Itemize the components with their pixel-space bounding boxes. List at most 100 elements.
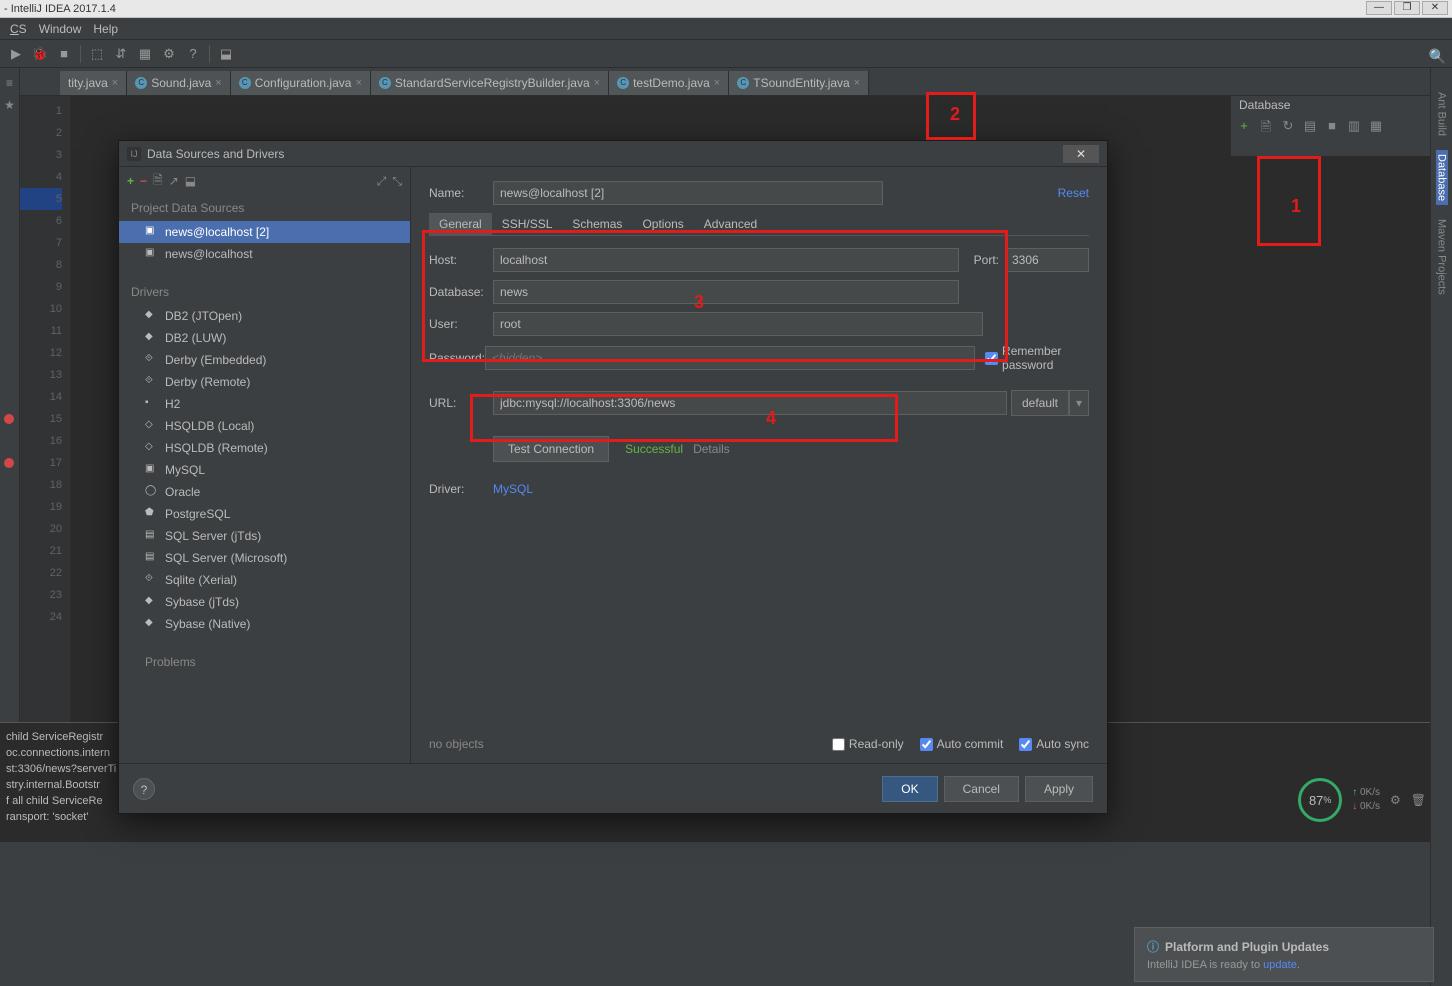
tab-options[interactable]: Options [632, 213, 693, 235]
driver-item[interactable]: ◯Oracle [119, 481, 410, 503]
close-icon[interactable]: × [215, 77, 221, 89]
db-tool-icon[interactable]: ▦ [1367, 118, 1385, 136]
line-gutter[interactable]: 1 2 3 4 5 6 7 8 9 10 11 12 13 14 15 16 1… [20, 96, 70, 722]
editor-tab[interactable]: CSound.java× [127, 71, 230, 95]
run-icon[interactable]: ▶ [6, 44, 26, 64]
driver-item[interactable]: ▤SQL Server (jTds) [119, 525, 410, 547]
minimize-button[interactable]: — [1366, 1, 1392, 15]
db-tool-icon[interactable]: ■ [1323, 118, 1341, 136]
autocommit-checkbox[interactable]: Auto commit [920, 737, 1004, 751]
close-icon[interactable]: × [854, 77, 860, 89]
editor-tab[interactable]: CStandardServiceRegistryBuilder.java× [371, 71, 609, 95]
database-input[interactable] [493, 280, 959, 304]
driver-item[interactable]: ◆DB2 (JTOpen) [119, 305, 410, 327]
db-tool-icon[interactable]: ▥ [1345, 118, 1363, 136]
favorites-icon[interactable]: ★ [4, 98, 15, 112]
autosync-checkbox[interactable]: Auto sync [1019, 737, 1089, 751]
driver-item[interactable]: ⬟PostgreSQL [119, 503, 410, 525]
driver-item[interactable]: ◆Sybase (Native) [119, 613, 410, 635]
help-icon[interactable]: ? [183, 44, 203, 64]
readonly-checkbox[interactable]: Read-only [832, 737, 904, 751]
editor-tab[interactable]: tity.java× [60, 71, 127, 95]
editor-tab[interactable]: CConfiguration.java× [231, 71, 371, 95]
database-tab[interactable]: Database [1436, 150, 1448, 205]
close-icon[interactable]: × [355, 77, 361, 89]
help-icon[interactable]: ? [133, 778, 155, 800]
tab-schemas[interactable]: Schemas [562, 213, 632, 235]
driver-item[interactable]: ▪H2 [119, 393, 410, 415]
search-icon[interactable]: 🔍 [1429, 48, 1446, 65]
tool-icon[interactable]: ⚙ [159, 44, 179, 64]
driver-item[interactable]: ◆DB2 (LUW) [119, 327, 410, 349]
ant-build-tab[interactable]: Ant Build [1436, 88, 1448, 140]
refresh-icon[interactable]: ↻ [1279, 118, 1297, 136]
remove-icon[interactable]: − [140, 174, 147, 188]
close-icon[interactable]: × [112, 77, 118, 89]
tab-sshssl[interactable]: SSH/SSL [492, 213, 563, 235]
name-input[interactable] [493, 181, 883, 205]
driver-item[interactable]: ◇HSQLDB (Local) [119, 415, 410, 437]
tool-icon[interactable]: ▦ [135, 44, 155, 64]
data-source-item[interactable]: ▣news@localhost [2] [119, 221, 410, 243]
dialog-close-button[interactable]: ✕ [1063, 145, 1099, 163]
stop-icon[interactable]: ■ [54, 44, 74, 64]
add-icon[interactable]: + [1235, 118, 1253, 136]
structure-icon[interactable]: ≡ [6, 76, 13, 90]
db-tool-icon[interactable]: ▤ [1301, 118, 1319, 136]
driver-item[interactable]: ▤SQL Server (Microsoft) [119, 547, 410, 569]
problems-item[interactable]: Problems [119, 649, 410, 675]
breakpoint[interactable]: 15 [20, 408, 62, 430]
tab-advanced[interactable]: Advanced [694, 213, 767, 235]
tool-icon[interactable]: 🗑 [1411, 793, 1426, 807]
url-mode-select[interactable]: default [1011, 390, 1069, 416]
dialog-titlebar[interactable]: IJ Data Sources and Drivers ✕ [119, 141, 1107, 167]
editor-tab[interactable]: CtestDemo.java× [609, 71, 729, 95]
update-link[interactable]: update [1263, 959, 1297, 971]
data-source-item[interactable]: ▣news@localhost [119, 243, 410, 265]
password-input[interactable] [485, 346, 975, 370]
breakpoint[interactable]: 17 [20, 452, 62, 474]
driver-item[interactable]: ◇HSQLDB (Remote) [119, 437, 410, 459]
user-input[interactable] [493, 312, 983, 336]
collapse-icon[interactable]: ⤡ [392, 174, 402, 189]
tab-general[interactable]: General [429, 213, 492, 235]
tool-icon[interactable]: ⬓ [216, 44, 236, 64]
tool-icon[interactable]: ⇵ [111, 44, 131, 64]
cancel-button[interactable]: Cancel [944, 776, 1019, 802]
db-tool-icon[interactable]: 🗎 [1257, 118, 1275, 136]
close-icon[interactable]: × [594, 77, 600, 89]
driver-item[interactable]: ◆Sybase (jTds) [119, 591, 410, 613]
maximize-button[interactable]: ❐ [1394, 1, 1420, 15]
details-link[interactable]: Details [693, 442, 730, 456]
tool-icon[interactable]: ⬚ [87, 44, 107, 64]
host-input[interactable] [493, 248, 959, 272]
gear-icon[interactable]: ⚙ [1390, 793, 1401, 807]
url-input[interactable] [493, 391, 1007, 415]
update-notification[interactable]: ⓘPlatform and Plugin Updates IntelliJ ID… [1134, 927, 1434, 982]
reset-link[interactable]: Reset [1058, 186, 1089, 200]
tool-icon[interactable]: ↗ [169, 174, 179, 188]
driver-item[interactable]: ⟐Derby (Remote) [119, 371, 410, 393]
maven-tab[interactable]: Maven Projects [1436, 215, 1448, 299]
cpu-meter[interactable]: 87% [1298, 778, 1342, 822]
tool-icon[interactable]: ⬓ [185, 174, 196, 188]
driver-link[interactable]: MySQL [493, 482, 533, 496]
add-icon[interactable]: + [127, 174, 134, 188]
port-input[interactable] [1005, 248, 1089, 272]
test-connection-button[interactable]: Test Connection [493, 436, 609, 462]
menu-vcs[interactable]: CS [4, 20, 33, 38]
expand-icon[interactable]: ⤢ [377, 174, 387, 189]
apply-button[interactable]: Apply [1025, 776, 1093, 802]
debug-icon[interactable]: 🐞 [30, 44, 50, 64]
editor-tab[interactable]: CTSoundEntity.java× [729, 71, 869, 95]
chevron-down-icon[interactable]: ▾ [1069, 390, 1089, 416]
close-icon[interactable]: × [714, 77, 720, 89]
driver-item[interactable]: ⟐Derby (Embedded) [119, 349, 410, 371]
close-button[interactable]: ✕ [1422, 1, 1448, 15]
driver-item[interactable]: ▣MySQL [119, 459, 410, 481]
remember-password-checkbox[interactable]: Remember password [985, 344, 1089, 372]
ok-button[interactable]: OK [882, 776, 937, 802]
menu-help[interactable]: Help [87, 20, 124, 38]
menu-window[interactable]: Window [33, 20, 88, 38]
driver-item[interactable]: ⟐Sqlite (Xerial) [119, 569, 410, 591]
